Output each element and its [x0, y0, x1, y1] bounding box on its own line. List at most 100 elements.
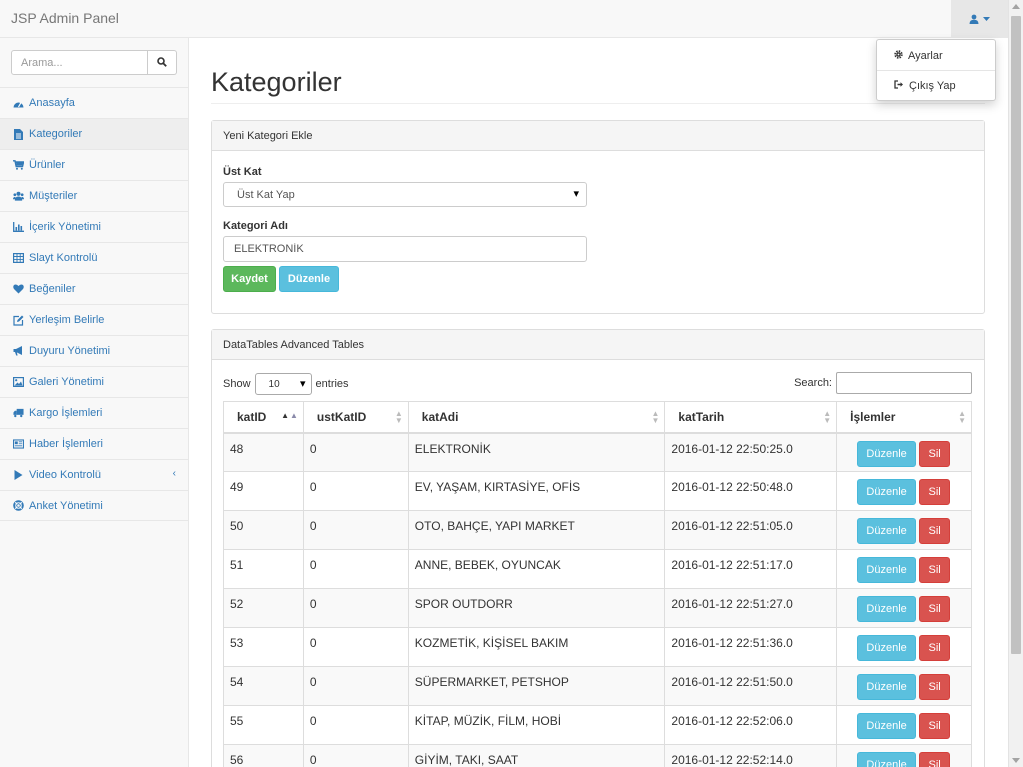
row-edit-button[interactable]: Düzenle	[857, 479, 917, 505]
cell-ustkatid: 0	[302, 588, 409, 628]
sort-ascending-icon: ▲ ▲	[281, 411, 298, 420]
cart-icon	[13, 160, 24, 171]
parent-category-select[interactable]: Üst Kat Yap ▾	[223, 182, 587, 207]
cell-ustkatid: 0	[302, 510, 409, 550]
table-header-row: katID ▲ ▲ ustKatID ▲ ▼ katAdi ▲ ▼ katTarih …	[223, 401, 972, 434]
chevron-down-icon: ▾	[300, 378, 306, 390]
sidebar-item-icerik-yonetimi[interactable]: İçerik Yönetimi	[0, 211, 188, 242]
sidebar-item-begeniler[interactable]: Beğeniler	[0, 273, 188, 304]
table-row: 51 0 ANNE, BEBEK, OYUNCAK 2016-01-12 22:…	[223, 549, 972, 589]
parent-category-label: Üst Kat	[223, 166, 262, 178]
column-header-katadi[interactable]: katAdi ▲ ▼	[407, 401, 666, 434]
edit-button[interactable]: Düzenle	[279, 266, 339, 292]
cell-katid: 56	[223, 744, 304, 767]
row-delete-button[interactable]: Sil	[919, 440, 951, 467]
cell-ustkatid: 0	[302, 432, 409, 472]
truck-icon	[13, 408, 24, 419]
sidebar-item-kargo-islemleri[interactable]: Kargo İşlemleri	[0, 397, 188, 428]
brand-title[interactable]: JSP Admin Panel	[11, 10, 119, 26]
cell-katadi: SPOR OUTDORR	[407, 588, 666, 628]
table-icon	[13, 253, 24, 264]
column-header-ustkatid[interactable]: ustKatID ▲ ▼	[302, 401, 409, 434]
cell-kattarih: 2016-01-12 22:51:27.0	[664, 588, 838, 628]
sidebar-item-anasayfa[interactable]: Anasayfa	[0, 87, 188, 118]
sidebar-item-anket-yonetimi[interactable]: Anket Yönetimi	[0, 490, 188, 521]
table-row: 53 0 KOZMETİK, KİŞİSEL BAKIM 2016-01-12 …	[223, 627, 972, 667]
column-header-islemler[interactable]: İşlemler ▲ ▼	[836, 401, 972, 434]
row-edit-button[interactable]: Düzenle	[857, 557, 917, 583]
sidebar-item-duyuru-yonetimi[interactable]: Duyuru Yönetimi	[0, 335, 188, 366]
row-edit-button[interactable]: Düzenle	[857, 440, 917, 467]
row-delete-button[interactable]: Sil	[919, 518, 951, 544]
sidebar-item-yerlesim-belirle[interactable]: Yerleşim Belirle	[0, 304, 188, 335]
column-header-label: katID	[237, 409, 267, 424]
menu-item-settings[interactable]: Ayarlar	[877, 43, 995, 69]
sidebar-item-label: Anket Yönetimi	[29, 499, 103, 512]
cell-actions: Düzenle Sil	[836, 588, 972, 628]
sidebar-item-video-kontrolu[interactable]: Video Kontrolü ‹	[0, 459, 188, 490]
panel-heading: DataTables Advanced Tables	[212, 330, 984, 360]
scroll-up-arrow-icon[interactable]	[1012, 4, 1020, 9]
cell-katid: 55	[223, 705, 304, 745]
page-length-select[interactable]: 10 ▾	[254, 373, 312, 395]
row-edit-button[interactable]: Düzenle	[857, 635, 917, 661]
row-delete-button[interactable]: Sil	[919, 557, 951, 583]
cell-actions: Düzenle Sil	[836, 744, 972, 767]
datatable-panel: DataTables Advanced Tables Show 10 ▾ ent…	[211, 329, 985, 767]
caret-down-icon	[983, 16, 990, 22]
cell-kattarih: 2016-01-12 22:50:25.0	[664, 432, 838, 472]
category-name-label: Kategori Adı	[223, 220, 288, 232]
search-input[interactable]	[11, 50, 148, 75]
table-row: 52 0 SPOR OUTDORR 2016-01-12 22:51:27.0 …	[223, 588, 972, 628]
scrollbar-thumb[interactable]	[1011, 16, 1021, 654]
cell-actions: Düzenle Sil	[836, 666, 972, 706]
menu-item-logout[interactable]: Çıkış Yap	[877, 73, 995, 99]
save-button[interactable]: Kaydet	[223, 266, 276, 292]
panel-heading: Yeni Kategori Ekle	[212, 121, 984, 151]
row-delete-button[interactable]: Sil	[919, 479, 951, 505]
row-delete-button[interactable]: Sil	[919, 635, 951, 661]
sidebar-item-kategoriler[interactable]: Kategoriler	[0, 118, 188, 149]
cell-katadi: GİYİM, TAKI, SAAT	[407, 744, 666, 767]
sidebar-item-haber-islemleri[interactable]: Haber İşlemleri	[0, 428, 188, 459]
sidebar-item-label: Yerleşim Belirle	[29, 314, 105, 326]
table-search-label: Search:	[794, 377, 832, 389]
cell-actions: Düzenle Sil	[836, 627, 972, 667]
newspaper-icon	[13, 439, 24, 450]
search-icon	[157, 56, 167, 70]
new-category-panel: Yeni Kategori Ekle Üst Kat Üst Kat Yap ▾…	[211, 120, 985, 314]
cell-ustkatid: 0	[302, 705, 409, 745]
scroll-down-arrow-icon[interactable]	[1012, 758, 1020, 763]
search-button[interactable]	[148, 50, 177, 75]
row-edit-button[interactable]: Düzenle	[857, 752, 917, 767]
table-row: 55 0 KİTAP, MÜZİK, FİLM, HOBİ 2016-01-12…	[223, 705, 972, 745]
row-edit-button[interactable]: Düzenle	[857, 713, 917, 739]
sidebar-item-urunler[interactable]: Ürünler	[0, 149, 188, 180]
row-delete-button[interactable]: Sil	[919, 752, 951, 767]
row-delete-button[interactable]: Sil	[919, 596, 951, 622]
sidebar-item-slayt-kontrolu[interactable]: Slayt Kontrolü	[0, 242, 188, 273]
column-header-kattarih[interactable]: katTarih ▲ ▼	[664, 401, 838, 434]
cell-katid: 52	[223, 588, 304, 628]
category-name-input[interactable]	[223, 236, 587, 262]
row-edit-button[interactable]: Düzenle	[857, 596, 917, 622]
parent-category-selected: Üst Kat Yap	[237, 188, 295, 201]
user-icon	[969, 14, 979, 24]
row-edit-button[interactable]: Düzenle	[857, 674, 917, 700]
sidebar-item-label: İçerik Yönetimi	[29, 221, 101, 233]
bar-chart-icon	[13, 222, 24, 233]
user-menu-toggle[interactable]	[951, 0, 1008, 38]
sidebar-item-musteriler[interactable]: Müşteriler	[0, 180, 188, 211]
column-header-katid[interactable]: katID ▲ ▲	[223, 401, 304, 434]
cell-kattarih: 2016-01-12 22:51:36.0	[664, 627, 838, 667]
row-edit-button[interactable]: Düzenle	[857, 518, 917, 544]
sidebar-item-galeri-yonetimi[interactable]: Galeri Yönetimi	[0, 366, 188, 397]
vertical-scrollbar[interactable]	[1008, 0, 1023, 767]
sidebar: Anasayfa Kategoriler Ürünler Müşteriler …	[0, 38, 189, 767]
file-icon	[13, 128, 24, 140]
row-delete-button[interactable]: Sil	[919, 713, 951, 739]
row-delete-button[interactable]: Sil	[919, 674, 951, 700]
table-row: 54 0 SÜPERMARKET, PETSHOP 2016-01-12 22:…	[223, 666, 972, 706]
table-search-input[interactable]	[836, 372, 972, 394]
sidebar-item-label: Beğeniler	[29, 283, 76, 295]
